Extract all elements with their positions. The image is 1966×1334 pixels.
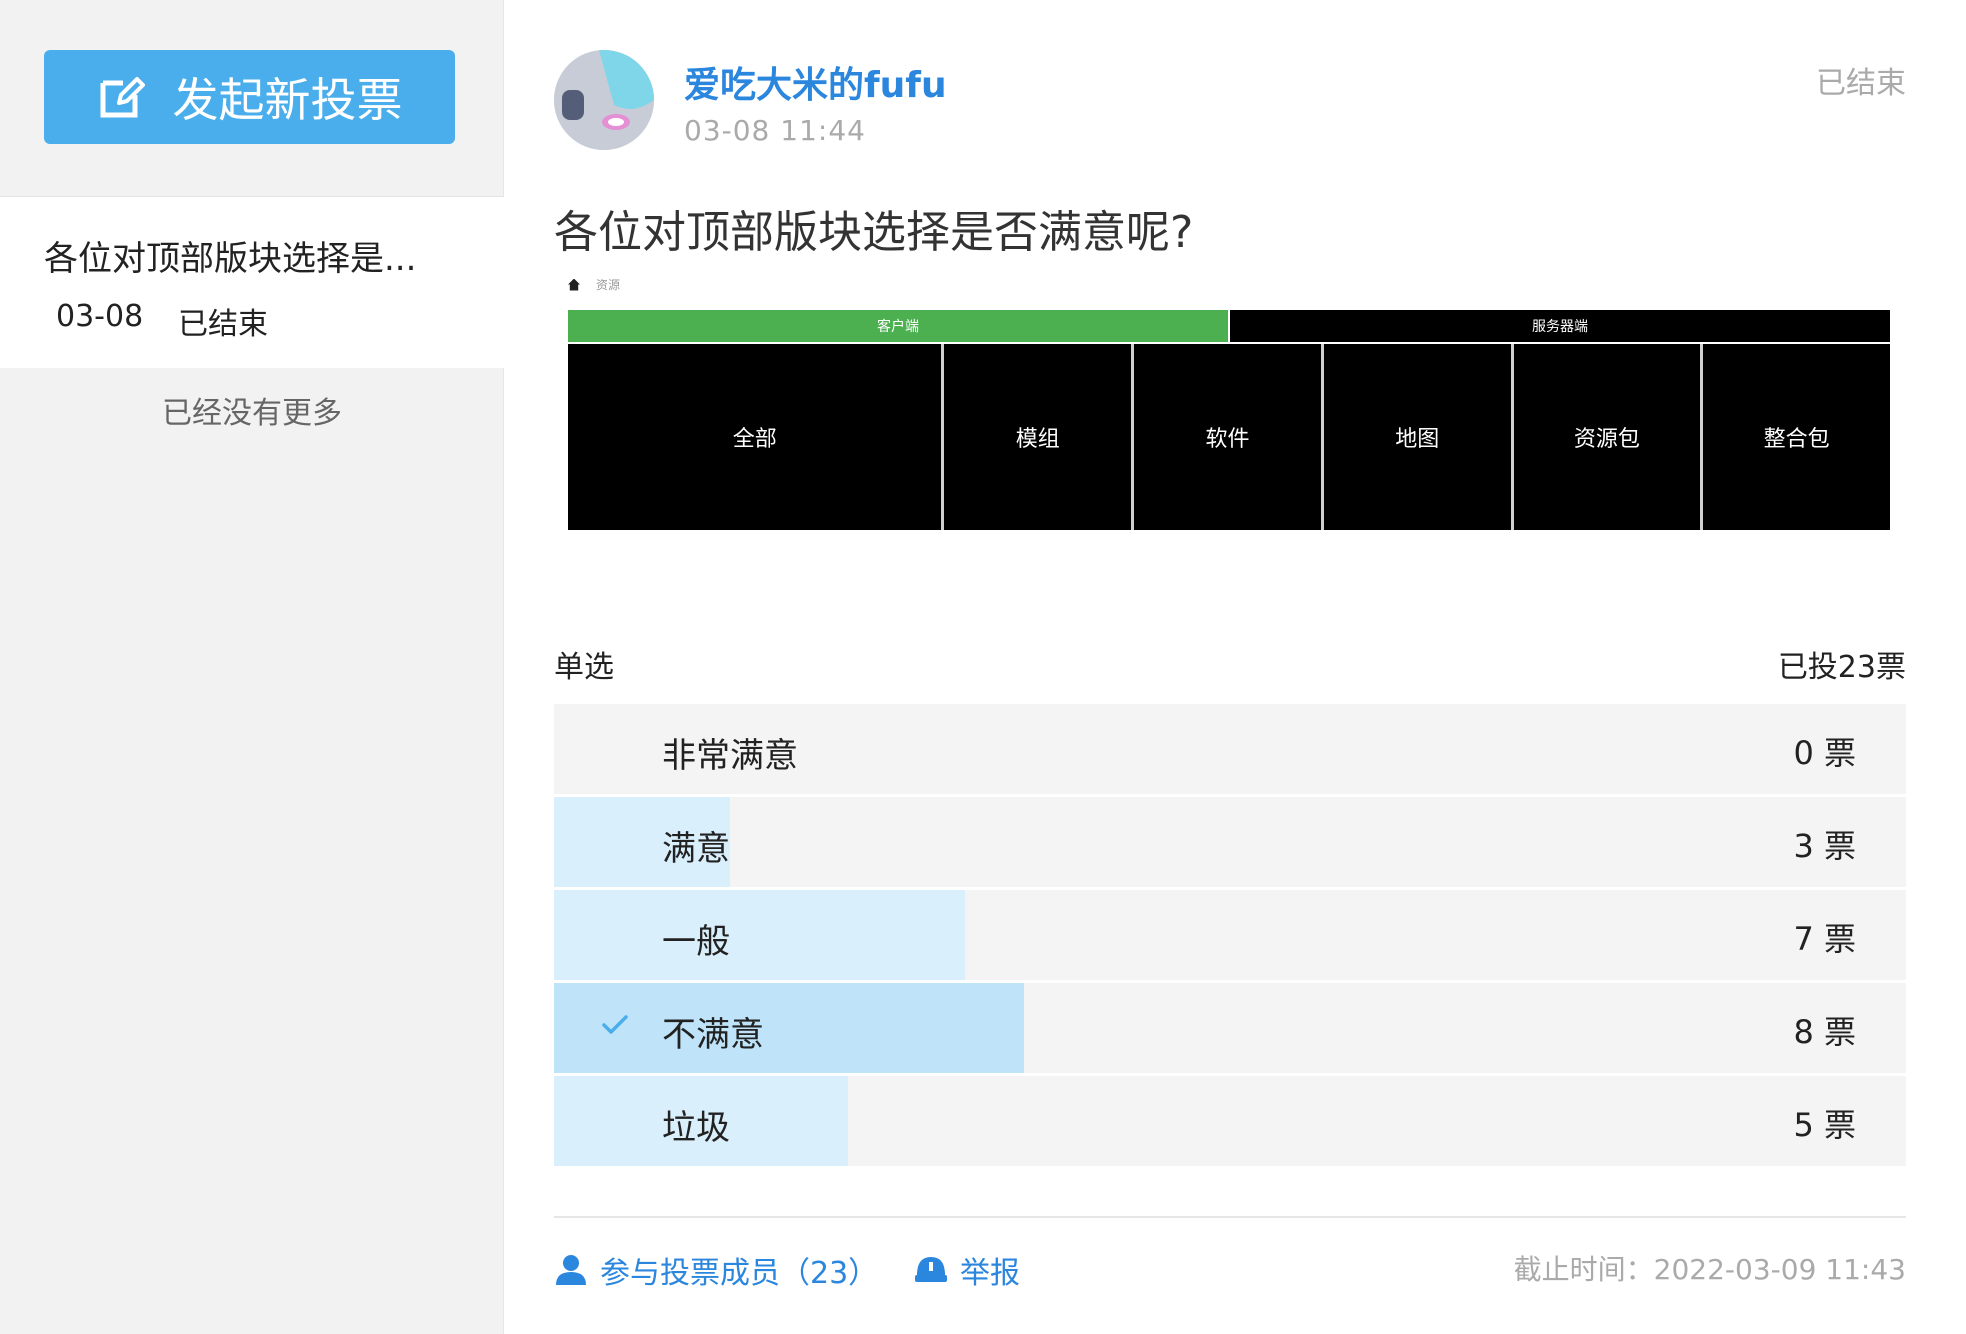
report-label: 举报 xyxy=(960,1256,1020,1291)
poll-question: 各位对顶部版块选择是否满意呢? xyxy=(554,207,1194,258)
report-icon xyxy=(915,1257,947,1282)
poll-status: 已结束 xyxy=(1816,66,1906,101)
post-time: 03-08 11:44 xyxy=(684,114,866,147)
divider xyxy=(554,1216,1906,1218)
option-label: 不满意 xyxy=(662,1015,764,1055)
author-name[interactable]: 爱吃大米的fufu xyxy=(684,56,947,108)
embed-cell-maps: 地图 xyxy=(1323,344,1511,530)
sidebar: 发起新投票 各位对顶部版块选择是... 03-08 已结束 已经没有更多 xyxy=(0,0,504,1334)
embed-cell-resource-packs: 资源包 xyxy=(1513,344,1701,530)
option-count: 8 票 xyxy=(1793,1013,1856,1051)
option-count: 0 票 xyxy=(1793,734,1856,772)
option-label: 非常满意 xyxy=(662,736,798,776)
poll-item-title: 各位对顶部版块选择是... xyxy=(44,239,417,279)
embed-tab-client: 客户端 xyxy=(568,310,1228,342)
option-count: 3 票 xyxy=(1793,827,1856,865)
option-count: 7 票 xyxy=(1793,920,1856,958)
avatar-image xyxy=(554,50,654,150)
embed-tabs: 客户端 服务器端 xyxy=(568,310,1890,342)
no-more-text: 已经没有更多 xyxy=(162,396,342,431)
embed-cell-mods: 模组 xyxy=(944,344,1132,530)
new-vote-button[interactable]: 发起新投票 xyxy=(44,50,455,144)
poll-detail: 爱吃大米的fufu 03-08 11:44 已结束 各位对顶部版块选择是否满意呢… xyxy=(504,0,1966,1334)
embedded-image[interactable]: 资源 客户端 服务器端 全部 模组 软件 地图 资源包 整合包 xyxy=(554,270,1914,542)
edit-icon xyxy=(100,77,145,118)
poll-item-date: 03-08 xyxy=(56,299,144,334)
new-vote-label: 发起新投票 xyxy=(172,73,403,127)
poll-type: 单选 xyxy=(554,650,614,685)
check-icon xyxy=(602,1015,628,1034)
embed-category-grid: 全部 模组 软件 地图 资源包 整合包 xyxy=(568,344,1891,530)
vote-bar xyxy=(554,890,966,980)
embed-cell-all: 全部 xyxy=(568,344,942,530)
embed-cell-software: 软件 xyxy=(1134,344,1321,530)
poll-option[interactable]: 非常满意 0 票 xyxy=(554,704,1906,794)
poll-option[interactable]: 垃圾 5 票 xyxy=(554,1076,1906,1166)
embed-breadcrumb: 资源 xyxy=(568,276,620,293)
poll-options: 非常满意 0 票 满意 3 票 一般 7 票 不满意 8 票 垃圾 5 票 xyxy=(554,704,1906,1169)
option-label: 一般 xyxy=(662,922,730,962)
embed-breadcrumb-label: 资源 xyxy=(596,278,621,292)
poll-option[interactable]: 一般 7 票 xyxy=(554,890,1906,980)
poll-list-item[interactable]: 各位对顶部版块选择是... 03-08 已结束 xyxy=(0,196,504,368)
poll-option[interactable]: 满意 3 票 xyxy=(554,797,1906,887)
user-icon xyxy=(556,1255,586,1285)
option-label: 满意 xyxy=(662,829,730,869)
option-count: 5 票 xyxy=(1793,1106,1856,1144)
vote-members-link[interactable]: 参与投票成员（23） xyxy=(554,1248,878,1292)
poll-item-status: 已结束 xyxy=(178,307,268,342)
embed-tab-server: 服务器端 xyxy=(1228,310,1890,342)
report-link[interactable]: 举报 xyxy=(914,1248,1020,1292)
home-icon xyxy=(568,278,580,291)
poll-total-votes: 已投23票 xyxy=(1777,650,1906,685)
deadline-text: 截止时间：2022-03-09 11:43 xyxy=(1513,1253,1906,1286)
poll-option[interactable]: 不满意 8 票 xyxy=(554,983,1906,1073)
embed-cell-modpacks: 整合包 xyxy=(1703,344,1891,530)
option-label: 垃圾 xyxy=(662,1108,730,1148)
vote-members-label: 参与投票成员（23） xyxy=(600,1256,879,1291)
avatar[interactable] xyxy=(554,50,654,150)
